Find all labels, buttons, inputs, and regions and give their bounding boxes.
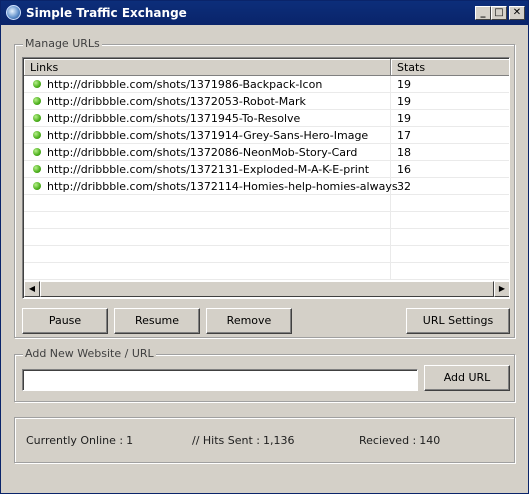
link-cell: http://dribbble.com/shots/1372086-NeonMo… — [24, 144, 391, 160]
stats-cell — [391, 212, 509, 228]
stats-value: 19 — [397, 111, 411, 125]
maximize-button[interactable]: □ — [491, 6, 507, 20]
received: Recieved :140 — [359, 434, 440, 447]
stats-cell — [391, 195, 509, 211]
link-cell — [24, 263, 391, 279]
table-row — [24, 263, 509, 280]
link-text: http://dribbble.com/shots/1372053-Robot-… — [47, 94, 306, 108]
table-row[interactable]: http://dribbble.com/shots/1372114-Homies… — [24, 178, 509, 195]
url-settings-button[interactable]: URL Settings — [406, 308, 510, 334]
table-row[interactable]: http://dribbble.com/shots/1372053-Robot-… — [24, 93, 509, 110]
table-row[interactable]: http://dribbble.com/shots/1371914-Grey-S… — [24, 127, 509, 144]
link-text: http://dribbble.com/shots/1371914-Grey-S… — [47, 128, 369, 142]
table-row[interactable]: http://dribbble.com/shots/1371945-To-Res… — [24, 110, 509, 127]
scroll-left-icon[interactable]: ◀ — [24, 281, 40, 297]
currently-online: Currently Online :1 — [26, 434, 133, 447]
horizontal-scrollbar[interactable]: ◀ ▶ — [24, 281, 509, 297]
app-globe-icon — [6, 5, 21, 20]
stats-cell: 19 — [391, 93, 509, 109]
table-row — [24, 195, 509, 212]
received-value: 140 — [419, 434, 441, 447]
status-dot-icon — [33, 148, 41, 156]
link-text: http://dribbble.com/shots/1372131-Explod… — [47, 162, 370, 176]
stats-value: 16 — [397, 162, 411, 176]
url-input[interactable] — [22, 369, 418, 391]
status-dot-icon — [33, 80, 41, 88]
stats-value: 19 — [397, 94, 411, 108]
link-cell — [24, 229, 391, 245]
link-cell: http://dribbble.com/shots/1371945-To-Res… — [24, 110, 391, 126]
stats-cell: 16 — [391, 161, 509, 177]
hits-value: 1,136 — [263, 434, 295, 447]
stats-cell — [391, 229, 509, 245]
list-header: Links Stats — [24, 59, 509, 76]
app-window: Simple Traffic Exchange _ □ ✕ Manage URL… — [0, 0, 529, 494]
remove-button[interactable]: Remove — [206, 308, 292, 334]
online-value: 1 — [126, 434, 134, 447]
stats-cell: 19 — [391, 110, 509, 126]
table-row — [24, 246, 509, 263]
title-bar[interactable]: Simple Traffic Exchange _ □ ✕ — [1, 1, 528, 25]
stats-cell — [391, 246, 509, 262]
pause-button[interactable]: Pause — [22, 308, 108, 334]
received-label: Recieved : — [359, 434, 417, 447]
status-dot-icon — [33, 165, 41, 173]
stats-value: 19 — [397, 77, 411, 91]
stats-value: 32 — [397, 179, 411, 193]
status-dot-icon — [33, 182, 41, 190]
link-text: http://dribbble.com/shots/1372114-Homies… — [47, 179, 398, 193]
link-cell: http://dribbble.com/shots/1371986-Backpa… — [24, 76, 391, 92]
stats-cell: 19 — [391, 76, 509, 92]
link-cell: http://dribbble.com/shots/1371914-Grey-S… — [24, 127, 391, 143]
table-row[interactable]: http://dribbble.com/shots/1372131-Explod… — [24, 161, 509, 178]
stats-value: 18 — [397, 145, 411, 159]
list-body: http://dribbble.com/shots/1371986-Backpa… — [24, 76, 509, 281]
status-dot-icon — [33, 114, 41, 122]
scroll-thumb[interactable] — [40, 281, 494, 297]
status-dot-icon — [33, 131, 41, 139]
link-cell: http://dribbble.com/shots/1372114-Homies… — [24, 178, 398, 194]
link-text: http://dribbble.com/shots/1372086-NeonMo… — [47, 145, 358, 159]
resume-button[interactable]: Resume — [114, 308, 200, 334]
urls-list[interactable]: Links Stats http://dribbble.com/shots/13… — [22, 57, 510, 299]
add-url-button[interactable]: Add URL — [424, 365, 510, 391]
link-cell: http://dribbble.com/shots/1372053-Robot-… — [24, 93, 391, 109]
stats-value: 17 — [397, 128, 411, 142]
link-text: http://dribbble.com/shots/1371986-Backpa… — [47, 77, 323, 91]
column-header-stats[interactable]: Stats — [391, 59, 509, 76]
status-dot-icon — [33, 97, 41, 105]
link-text: http://dribbble.com/shots/1371945-To-Res… — [47, 111, 301, 125]
table-row — [24, 212, 509, 229]
hits-sent: // Hits Sent :1,136 — [192, 434, 295, 447]
link-cell — [24, 246, 391, 262]
hits-label: // Hits Sent : — [192, 434, 261, 447]
stats-cell: 32 — [391, 178, 509, 194]
manage-urls-label: Manage URLs — [23, 37, 102, 50]
table-row — [24, 229, 509, 246]
close-button[interactable]: ✕ — [509, 6, 525, 20]
add-url-label: Add New Website / URL — [23, 347, 156, 360]
column-header-links[interactable]: Links — [24, 59, 391, 76]
stats-cell: 17 — [391, 127, 509, 143]
scroll-right-icon[interactable]: ▶ — [494, 281, 509, 297]
window-title: Simple Traffic Exchange — [26, 6, 187, 20]
minimize-button[interactable]: _ — [475, 6, 491, 20]
link-cell — [24, 195, 391, 211]
link-cell: http://dribbble.com/shots/1372131-Explod… — [24, 161, 391, 177]
table-row[interactable]: http://dribbble.com/shots/1371986-Backpa… — [24, 76, 509, 93]
link-cell — [24, 212, 391, 228]
table-row[interactable]: http://dribbble.com/shots/1372086-NeonMo… — [24, 144, 509, 161]
online-label: Currently Online : — [26, 434, 124, 447]
stats-cell: 18 — [391, 144, 509, 160]
stats-cell — [391, 263, 509, 279]
